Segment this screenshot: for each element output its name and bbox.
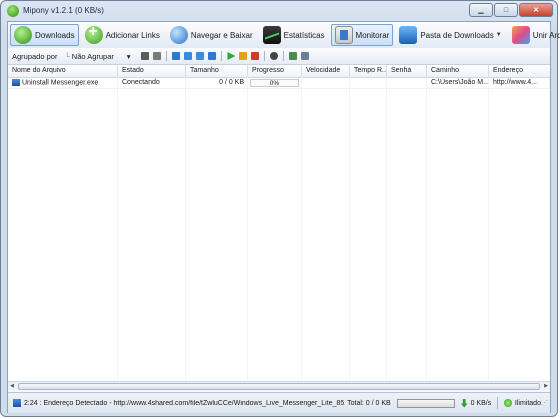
progress-bar: 0% xyxy=(250,79,299,87)
move-bottom-icon[interactable] xyxy=(208,52,217,60)
group-by-select[interactable]: └ Não Agrupar ▾ xyxy=(61,50,133,62)
check-icon[interactable] xyxy=(289,52,298,60)
file-icon xyxy=(12,79,20,86)
secondary-toolbar: Agrupado por └ Não Agrupar ▾ xyxy=(8,48,550,65)
group-by-label: Agrupado por xyxy=(12,51,58,61)
minimize-button[interactable]: ▁ xyxy=(469,3,493,17)
downloads-icon xyxy=(14,26,32,44)
app-window: Mipony v1.2.1 (0 KB/s) ▁ □ ✕ Downloads A… xyxy=(0,0,560,417)
divider xyxy=(497,397,499,409)
divider xyxy=(283,51,285,61)
stats-button[interactable]: Estatísticas xyxy=(259,24,329,46)
statistics-icon xyxy=(262,26,281,44)
downloads-label: Downloads xyxy=(35,30,75,40)
scrollbar-thumb[interactable] xyxy=(18,382,540,390)
join-files-label: Unir Arquivos xyxy=(532,30,560,40)
column-header[interactable]: Progresso xyxy=(248,65,302,77)
browse-label: Navegar e Baixar xyxy=(190,30,253,40)
scroll-right-icon[interactable]: ▶ xyxy=(542,382,550,390)
add-links-icon xyxy=(84,23,103,44)
clipboard-monitor-icon xyxy=(334,26,353,44)
folder-icon xyxy=(399,26,418,44)
add-links-button[interactable]: Adicionar Links xyxy=(81,23,164,46)
cell-size: 0 / 0 KB xyxy=(186,78,248,88)
column-header[interactable]: Tamanho xyxy=(186,65,248,77)
pause-icon[interactable] xyxy=(239,52,248,60)
move-up-icon[interactable] xyxy=(184,52,193,60)
speed-limit-icon[interactable] xyxy=(504,399,512,407)
status-log-icon xyxy=(13,399,21,407)
join-files-icon xyxy=(511,26,530,44)
download-folder-button[interactable]: Pasta de Downloads ▼ xyxy=(395,24,505,46)
maximize-button[interactable]: □ xyxy=(494,3,518,17)
download-arrow-icon xyxy=(460,398,468,408)
cell-time xyxy=(350,78,387,88)
column-header[interactable]: Senha xyxy=(387,65,427,77)
scroll-left-icon[interactable]: ◀ xyxy=(8,382,16,390)
move-down-icon[interactable] xyxy=(196,52,205,60)
expand-all-icon[interactable] xyxy=(141,52,150,60)
table-header: Nome do Arquivo Estado Tamanho Progresso… xyxy=(8,65,550,78)
chevron-down-icon: ▾ xyxy=(126,51,131,61)
cell-filename-text: Uninstall Messenger.exe xyxy=(22,79,99,87)
main-toolbar: Downloads Adicionar Links Navegar e Baix… xyxy=(8,22,560,49)
group-by-value: Não Agrupar xyxy=(71,51,114,61)
speed-limit-value[interactable]: Ilimitado xyxy=(515,400,541,407)
window-title: Mipony v1.2.1 (0 KB/s) xyxy=(23,6,104,15)
play-icon[interactable] xyxy=(227,52,236,60)
column-header[interactable]: Nome do Arquivo xyxy=(8,65,118,77)
cell-password xyxy=(387,78,427,88)
column-header[interactable]: Velocidade xyxy=(302,65,350,77)
tree-icon: └ xyxy=(64,51,70,61)
downloads-button[interactable]: Downloads xyxy=(10,24,79,46)
column-header[interactable]: Endereço xyxy=(489,65,550,77)
title-bar: Mipony v1.2.1 (0 KB/s) ▁ □ ✕ xyxy=(1,1,557,21)
collapse-all-icon[interactable] xyxy=(153,52,162,60)
table-row[interactable]: Uninstall Messenger.exe Conectando 0 / 0… xyxy=(8,78,550,89)
join-files-button[interactable]: Unir Arquivos xyxy=(508,24,560,46)
record-icon[interactable] xyxy=(270,52,279,60)
status-total: Total: 0 / 0 KB xyxy=(347,399,391,407)
cell-state: Conectando xyxy=(118,78,186,88)
monitor-label: Monitorar xyxy=(355,30,390,40)
horizontal-scrollbar[interactable]: ◀ ▶ xyxy=(8,381,550,390)
divider xyxy=(221,51,223,61)
column-guides xyxy=(8,77,550,381)
window-controls: ▁ □ ✕ xyxy=(468,3,553,17)
total-progress-bar xyxy=(396,398,455,408)
status-speed: 0 KB/s xyxy=(470,399,492,407)
stop-icon[interactable] xyxy=(251,52,260,60)
divider xyxy=(264,51,266,61)
stats-label: Estatísticas xyxy=(283,30,325,40)
cell-progress: 0% xyxy=(248,78,302,88)
monitor-button[interactable]: Monitorar xyxy=(330,24,394,46)
cell-speed xyxy=(302,78,350,88)
app-logo-icon xyxy=(7,5,19,17)
options-icon[interactable] xyxy=(301,52,310,60)
column-header[interactable]: Caminho xyxy=(427,65,489,77)
downloads-table: Nome do Arquivo Estado Tamanho Progresso… xyxy=(8,65,550,382)
resize-grip-icon[interactable]: ⋰ xyxy=(541,399,548,407)
status-bar: 2:24 : Endereço Detectado - http://www.4… xyxy=(8,392,550,413)
download-folder-label: Pasta de Downloads xyxy=(420,30,494,40)
close-button[interactable]: ✕ xyxy=(519,3,553,17)
main-client: Downloads Adicionar Links Navegar e Baix… xyxy=(7,21,560,413)
chevron-down-icon: ▼ xyxy=(495,32,502,38)
column-header[interactable]: Estado xyxy=(118,65,186,77)
status-message: 2:24 : Endereço Detectado - http://www.4… xyxy=(24,399,346,407)
browse-button[interactable]: Navegar e Baixar xyxy=(166,24,257,46)
cell-path: C:\Users\João M... xyxy=(427,78,489,88)
add-links-label: Adicionar Links xyxy=(105,30,160,40)
cell-filename: Uninstall Messenger.exe xyxy=(8,78,118,88)
cell-address: http://www.4... xyxy=(489,78,550,88)
column-header[interactable]: Tempo R... xyxy=(350,65,387,77)
move-top-icon[interactable] xyxy=(172,52,181,60)
action-icons xyxy=(139,51,311,61)
divider xyxy=(166,51,168,61)
globe-icon xyxy=(169,26,188,44)
